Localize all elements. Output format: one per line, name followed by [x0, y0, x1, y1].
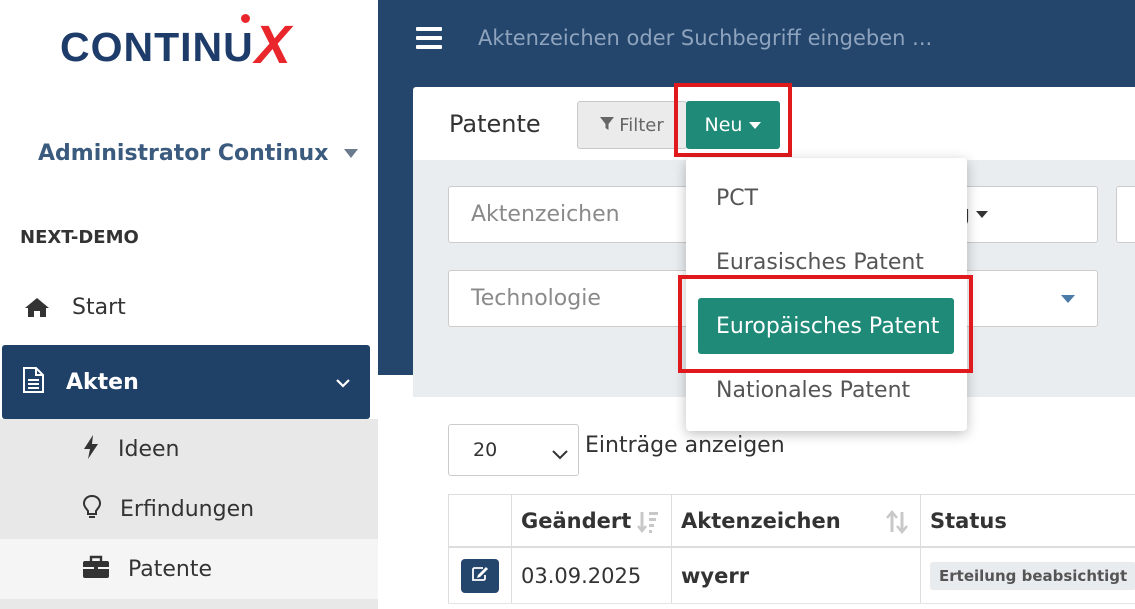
caret-down-icon	[1061, 295, 1075, 303]
logo-text: CONTINU	[60, 24, 254, 70]
column-header-status[interactable]: Status	[920, 495, 1135, 546]
caret-down-icon	[976, 211, 989, 218]
sidebar-item-erfindungen[interactable]: Erfindungen	[0, 479, 378, 539]
tenant-label: NEXT-DEMO	[20, 227, 139, 248]
extra-filter-input[interactable]	[1116, 186, 1135, 243]
sort-icon[interactable]	[886, 510, 908, 539]
aktenzeichen-filter-input[interactable]: Aktenzeichen	[448, 186, 708, 243]
column-header-geaendert[interactable]: Geändert	[511, 495, 671, 546]
sort-descending-icon[interactable]	[637, 510, 659, 539]
column-header-label: Aktenzeichen	[681, 508, 841, 533]
sidebar: CONTINU X Administrator Continux NEXT-DEM…	[0, 0, 378, 609]
logo-dot	[241, 14, 250, 23]
briefcase-icon	[82, 555, 110, 583]
bolt-icon	[82, 434, 100, 464]
filter-icon	[600, 115, 615, 136]
hamburger-menu-icon[interactable]	[416, 27, 442, 49]
table-header-row: Geändert Aktenzeichen Status	[448, 495, 1135, 548]
edit-button[interactable]	[461, 558, 499, 593]
filter-button[interactable]: Filter	[577, 101, 687, 149]
sidebar-item-label: Akten	[66, 369, 139, 395]
sidebar-item-akten[interactable]: Akten	[2, 345, 370, 419]
column-header-aktenzeichen[interactable]: Aktenzeichen	[671, 495, 920, 546]
sidebar-item-label: Erfindungen	[120, 496, 255, 522]
technologie-placeholder: Technologie	[471, 286, 601, 311]
sidebar-item-patente[interactable]: Patente	[0, 539, 378, 599]
page-size-select[interactable]: 20	[448, 424, 579, 476]
page-size-label: Einträge anzeigen	[585, 433, 785, 458]
sidebar-item-label: Ideen	[118, 436, 180, 462]
sidebar-item-label: Start	[72, 294, 126, 320]
user-name: Administrator Continux	[38, 141, 329, 166]
cell-date: 03.09.2025	[511, 548, 671, 603]
highlight-box-europaeisches-patent	[678, 275, 973, 373]
lightbulb-icon	[82, 494, 102, 524]
user-menu[interactable]: Administrator Continux	[38, 141, 359, 166]
menu-item-pct[interactable]: PCT	[686, 168, 967, 228]
chevron-down-icon	[336, 373, 350, 392]
patents-table: Geändert Aktenzeichen Status 03.09.2025 …	[448, 494, 1135, 604]
table-header-actions	[448, 495, 511, 546]
caret-down-icon	[344, 149, 359, 158]
global-search-input[interactable]	[478, 18, 1078, 58]
cell-aktenzeichen[interactable]: wyerr	[671, 548, 920, 603]
highlight-box-neu	[674, 83, 792, 157]
cell-status: Erteilung beabsichtigt	[920, 548, 1135, 603]
column-header-label: Status	[930, 508, 1007, 533]
home-icon	[22, 296, 52, 318]
edit-icon	[471, 566, 489, 586]
sidebar-item-start[interactable]: Start	[0, 284, 378, 330]
page-title: Patente	[449, 110, 541, 138]
sidebar-item-ideen[interactable]: Ideen	[0, 419, 378, 479]
column-header-label: Geändert	[521, 508, 632, 533]
continux-logo[interactable]: CONTINU X	[60, 12, 291, 72]
chevron-down-icon	[552, 443, 568, 465]
sidebar-item-label: Patente	[128, 556, 213, 582]
document-icon	[22, 367, 44, 397]
status-badge: Erteilung beabsichtigt	[930, 561, 1135, 590]
page-size-value: 20	[473, 439, 498, 461]
akten-submenu: Ideen Erfindungen Patente	[0, 419, 378, 609]
table-row[interactable]: 03.09.2025 wyerr Erteilung beabsichtigt	[448, 548, 1135, 604]
filter-label: Filter	[619, 114, 664, 136]
logo-x: X	[254, 15, 291, 75]
row-actions-cell	[448, 548, 511, 603]
